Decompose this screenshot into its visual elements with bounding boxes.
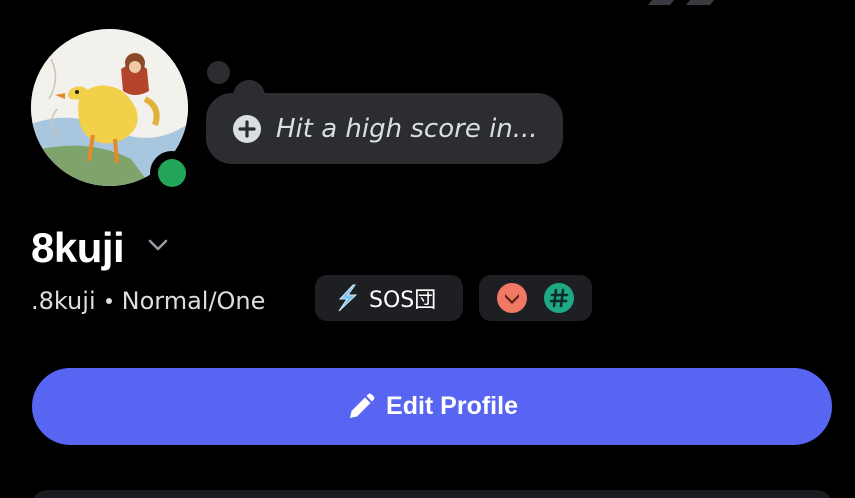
thought-bubble-dot-small	[207, 61, 230, 84]
badges-chip[interactable]	[479, 275, 592, 321]
next-section-card	[32, 490, 832, 498]
custom-status-bubble[interactable]: Hit a high score in...	[206, 93, 563, 164]
edit-profile-button[interactable]: Edit Profile	[32, 368, 832, 445]
server-tag-label: SOS団	[369, 288, 437, 313]
lightning-bolt-icon	[338, 284, 358, 312]
pronouns: Normal/One	[121, 287, 266, 315]
hashtag-badge-icon[interactable]	[544, 283, 574, 313]
plus-circle-icon	[233, 114, 261, 143]
top-edge-decoration	[648, 0, 714, 5]
separator-dot	[105, 298, 112, 304]
username-line: .8kuji Normal/One	[31, 284, 265, 318]
edit-profile-label: Edit Profile	[386, 392, 518, 420]
username: .8kuji	[31, 287, 96, 315]
custom-status-placeholder: Hit a high score in...	[276, 113, 538, 144]
profile-screen: Hit a high score in... 8kuji .8kuji Norm…	[0, 0, 855, 498]
display-name: 8kuji	[31, 224, 125, 271]
pencil-icon	[350, 392, 375, 418]
chevron-down-badge-icon[interactable]	[497, 283, 527, 313]
server-tag-chip[interactable]: SOS団	[315, 275, 463, 321]
chevron-down-icon[interactable]	[146, 236, 170, 254]
online-status-indicator	[150, 151, 194, 195]
